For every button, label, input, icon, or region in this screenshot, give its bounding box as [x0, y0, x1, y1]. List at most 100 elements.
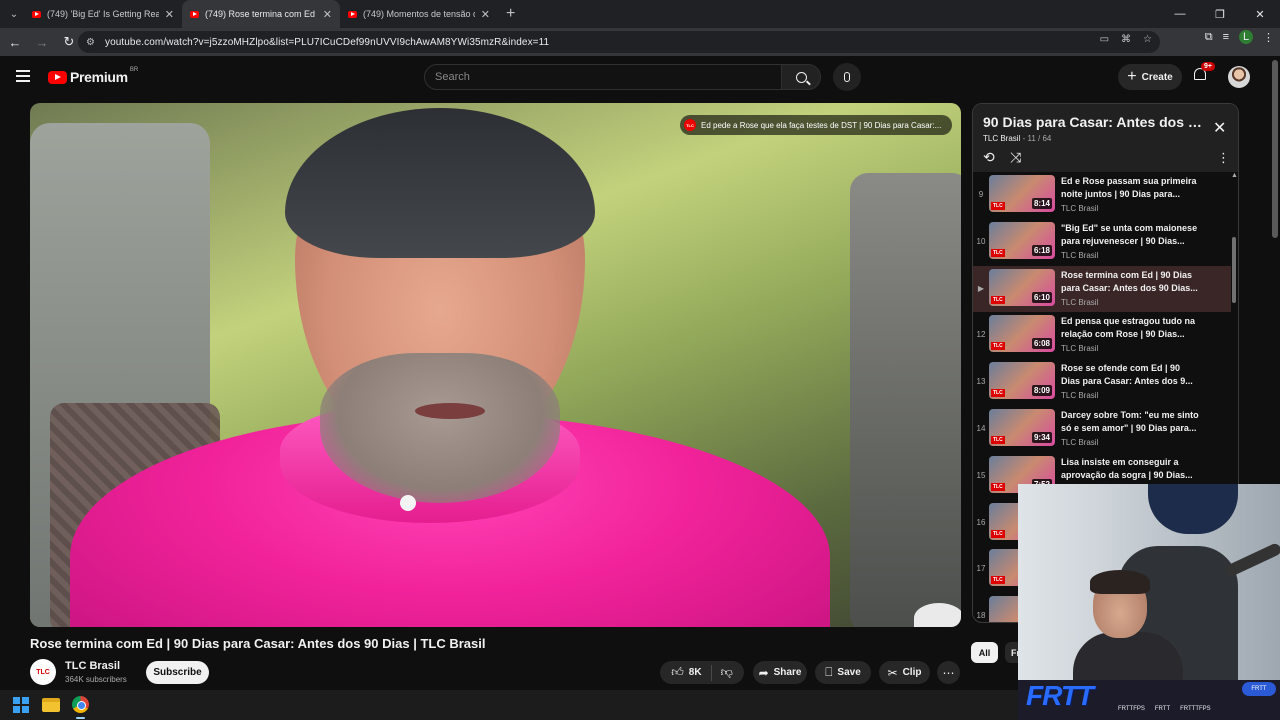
windows-start-icon[interactable]	[13, 697, 29, 713]
playlist-item[interactable]: 12 TLC 6:08 Ed pensa que estragou tudo na r…	[973, 312, 1231, 359]
suggested-video-card[interactable]: TLC Ed pede a Rose que ela faça testes d…	[680, 115, 952, 135]
playlist-item-index: 9	[978, 190, 984, 199]
search-input[interactable]: Search	[424, 64, 782, 90]
new-tab-plus-icon[interactable]: +	[506, 5, 515, 23]
search-button[interactable]	[781, 64, 821, 90]
handle: FRTT	[1154, 706, 1171, 712]
scroll-thumb[interactable]	[1232, 237, 1236, 303]
channel-name[interactable]: TLC Brasil	[65, 660, 120, 672]
profile-avatar[interactable]: L	[1239, 30, 1253, 44]
shuffle-icon[interactable]: ⤨	[1010, 149, 1021, 166]
create-button[interactable]: + Create	[1118, 64, 1182, 90]
plus-icon: +	[1127, 68, 1137, 85]
close-window-icon[interactable]: ✕	[1240, 0, 1280, 28]
extensions-puzzle-icon[interactable]: ⧉	[1205, 31, 1213, 44]
video-title: Rose termina com Ed | 90 Dias para Casar…	[30, 636, 486, 651]
reading-list-icon[interactable]: ≡	[1223, 31, 1229, 43]
thumbs-up-icon[interactable]: 👍︎	[671, 665, 684, 680]
thumbs-down-icon[interactable]: 👎︎	[721, 665, 733, 680]
search-placeholder: Search	[435, 71, 470, 83]
youtube-premium-logo[interactable]: Premium BR	[48, 67, 138, 85]
youtube-header: Premium BR Search + Create 9+	[0, 56, 1280, 98]
streamer-hair	[1090, 570, 1150, 594]
playlist-header: 90 Dias para Casar: Antes dos 90 Di... T…	[973, 104, 1238, 172]
playlist-owner[interactable]: TLC Brasil	[983, 134, 1020, 143]
tab-close-icon[interactable]: ✕	[481, 8, 490, 21]
playlist-item[interactable]: 13 TLC 8:09 Rose se ofende com Ed | 90 Dias…	[973, 359, 1231, 406]
notifications-button[interactable]: 9+	[1192, 62, 1215, 85]
playlist-item-title: Lisa insiste em conseguir a aprovação da…	[1061, 456, 1193, 480]
video-thumbnail[interactable]: TLC 6:10	[989, 268, 1055, 306]
voice-search-button[interactable]	[833, 63, 861, 91]
browser-toolbar: ← → ↻ ⚙ youtube.com/watch?v=j5zzoMHZlpo&…	[0, 28, 1280, 56]
browser-tab-2[interactable]: (749) Rose termina com Ed | 90 ✕	[182, 0, 340, 28]
bookmark-star-icon[interactable]: ☆	[1143, 34, 1152, 45]
clip-button[interactable]: ✂ Clip	[879, 661, 930, 684]
video-thumbnail[interactable]: TLC 9:34	[989, 408, 1055, 446]
video-thumbnail[interactable]: TLC 8:09	[989, 362, 1055, 400]
person-beard	[320, 353, 560, 503]
restore-icon[interactable]: ❐	[1200, 0, 1240, 28]
like-count[interactable]: 8K	[689, 667, 702, 678]
scroll-up-arrow-icon[interactable]: ▲	[1231, 172, 1238, 179]
forward-arrow-icon[interactable]: →	[30, 30, 54, 54]
playlist-title[interactable]: 90 Dias para Casar: Antes dos 90 Di...	[983, 114, 1203, 130]
playlist-close-icon[interactable]: ✕	[1213, 118, 1226, 138]
share-label: Share	[773, 667, 802, 678]
loop-icon[interactable]: ⟲	[983, 149, 995, 166]
active-app-indicator	[76, 717, 85, 719]
playlist-item[interactable]: 14 TLC 9:34 Darcey sobre Tom: "eu me sinto …	[973, 406, 1231, 453]
window-controls: — ❐ ✕	[1160, 0, 1280, 28]
file-explorer-icon[interactable]	[42, 698, 60, 712]
playlist-item-title: Ed e Rose passam sua primeira noite junt…	[1061, 176, 1197, 199]
divider	[710, 664, 712, 681]
playlist-menu-kebab-icon[interactable]: ⋮	[1217, 150, 1230, 166]
more-actions-button[interactable]: ⋯	[937, 661, 960, 684]
minimize-icon[interactable]: —	[1160, 0, 1200, 28]
streamer-badge: FRTT	[1242, 682, 1276, 696]
create-label: Create	[1141, 71, 1173, 83]
video-thumbnail[interactable]: TLC 8:14	[989, 175, 1055, 212]
site-info-icon[interactable]: ⚙	[86, 37, 95, 48]
tab-search-chevron-icon[interactable]: ⌄	[4, 4, 24, 24]
share-button[interactable]: ➦ Share	[753, 661, 807, 684]
search-icon	[795, 71, 807, 83]
background-cup	[914, 603, 961, 627]
video-duration: 8:09	[1031, 385, 1052, 397]
browser-tab-3[interactable]: (749) Momentos de tensão da ✕	[340, 0, 498, 28]
tab-close-icon[interactable]: ✕	[323, 8, 332, 21]
save-button[interactable]: ⎕ Save	[815, 661, 871, 684]
background-chair	[850, 173, 961, 627]
streamer-brand-logo: FRTT	[1026, 680, 1094, 711]
tab-close-icon[interactable]: ✕	[165, 8, 174, 21]
playlist-item-index: 14	[976, 423, 986, 433]
video-player[interactable]: TLC Ed pede a Rose que ela faça testes d…	[30, 103, 961, 627]
tlc-badge: TLC	[991, 529, 1005, 538]
subscribe-button[interactable]: Subscribe	[146, 661, 209, 684]
cast-icon[interactable]: ▭	[1100, 34, 1109, 45]
page-scrollbar-thumb[interactable]	[1272, 60, 1278, 238]
browser-menu-kebab-icon[interactable]: ⋮	[1263, 31, 1274, 44]
video-thumbnail[interactable]: TLC 6:18	[989, 221, 1055, 259]
chrome-icon[interactable]	[72, 696, 89, 713]
tlc-channel-icon: TLC	[684, 119, 696, 131]
video-duration: 6:08	[1031, 338, 1052, 350]
playlist-item-current[interactable]: ▶ TLC 6:10 Rose termina com Ed | 90 Dias pa…	[973, 265, 1231, 313]
video-duration: 6:18	[1031, 244, 1052, 256]
video-thumbnail[interactable]: TLC 6:08	[989, 315, 1055, 353]
hamburger-menu-icon[interactable]	[16, 70, 30, 82]
browser-tab-1[interactable]: (749) 'Big Ed' Is Getting Ready T ✕	[24, 0, 182, 28]
playlist-item[interactable]: 9 TLC 8:14 Ed e Rose passam sua primeira no…	[973, 172, 1231, 219]
shirt-button	[400, 495, 416, 511]
chip-all[interactable]: All	[971, 642, 998, 663]
share-arrow-icon: ➦	[758, 665, 769, 680]
back-arrow-icon[interactable]: ←	[3, 30, 27, 54]
tab-label: (749) 'Big Ed' Is Getting Ready T	[47, 9, 159, 19]
like-dislike-group: 👍︎ 8K 👎︎	[660, 661, 744, 684]
bookmark-icon: ⎕	[825, 665, 833, 679]
address-bar[interactable]: ⚙ youtube.com/watch?v=j5zzoMHZlpo&list=P…	[78, 31, 1160, 53]
channel-avatar[interactable]: TLC	[30, 659, 56, 685]
translate-icon[interactable]: ⌘	[1121, 34, 1131, 45]
playlist-item[interactable]: 10 TLC 6:18 "Big Ed" se unta com maionese p…	[973, 219, 1231, 266]
account-avatar[interactable]	[1228, 66, 1250, 88]
